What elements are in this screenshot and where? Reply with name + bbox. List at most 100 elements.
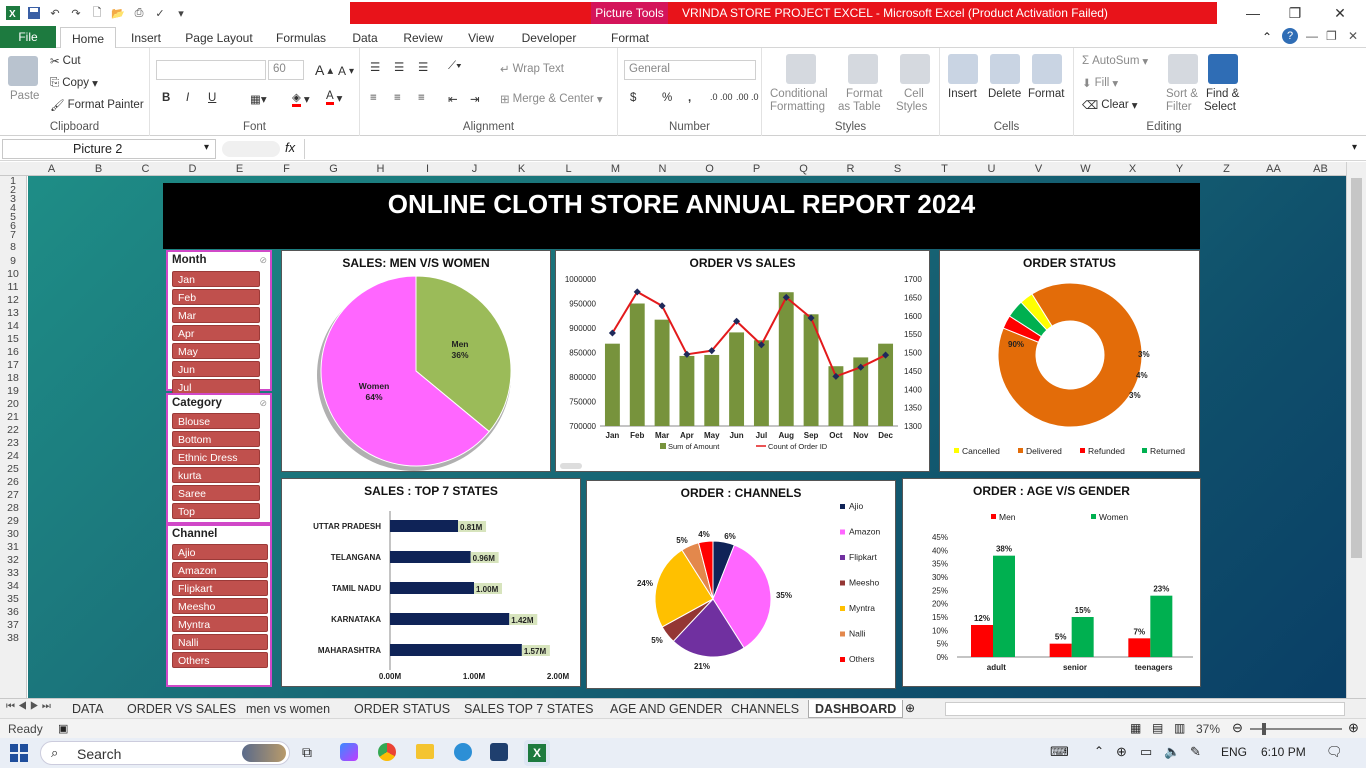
row-header[interactable]: 19 <box>0 386 26 397</box>
zoom-slider-thumb[interactable] <box>1262 723 1266 735</box>
conditional-formatting-button[interactable]: Conditional <box>770 88 828 100</box>
paste-icon[interactable] <box>8 56 38 86</box>
cut-button[interactable]: ✂ Cut <box>50 54 81 68</box>
sheet-tab-channels[interactable]: CHANNELS <box>731 700 799 718</box>
row-header[interactable]: 14 <box>0 321 26 332</box>
tab-insert[interactable]: Insert <box>122 28 170 48</box>
column-header-n[interactable]: N <box>639 162 686 176</box>
spelling-icon[interactable]: ✓ <box>151 4 169 22</box>
slicer-item-kurta[interactable]: kurta <box>172 467 260 483</box>
row-header[interactable]: 18 <box>0 373 26 384</box>
slicer-item-bottom[interactable]: Bottom <box>172 431 260 447</box>
task-view-icon[interactable]: ⧉ <box>302 744 312 761</box>
undo-icon[interactable]: ↶ <box>46 4 64 22</box>
row-header[interactable]: 13 <box>0 308 26 319</box>
sheet-tab-sales-top-7-states[interactable]: SALES TOP 7 STATES <box>464 700 593 718</box>
customize-qat-icon[interactable]: ▾ <box>172 4 190 22</box>
column-header-ab[interactable]: AB <box>1297 162 1344 176</box>
name-box-dropdown-icon[interactable]: ▾ <box>204 142 209 153</box>
clock[interactable]: 6:10 PM <box>1261 745 1306 759</box>
merge-center-button[interactable]: ⊞ Merge & Center ▾ <box>500 92 603 106</box>
font-color-icon[interactable]: A ▾ <box>326 90 342 105</box>
sheet-tab-data[interactable]: DATA <box>72 700 103 718</box>
age-gender-panel[interactable]: ORDER : AGE V/S GENDER 45% 40% 35% 30% 25% 20… <box>902 478 1201 687</box>
window-restore-icon[interactable]: ❐ <box>1326 29 1337 43</box>
tab-format[interactable]: Format <box>598 28 662 48</box>
sheet-tab-age-and-gender[interactable]: AGE AND GENDER <box>610 700 723 718</box>
help-icon[interactable]: ? <box>1282 28 1298 44</box>
name-box[interactable]: Picture 2 <box>2 139 216 159</box>
normal-view-icon[interactable]: ▦ <box>1130 721 1141 735</box>
vertical-scrollbar[interactable] <box>1346 162 1366 698</box>
row-header[interactable]: 23 <box>0 438 26 449</box>
open-folder-icon[interactable]: 📂 <box>109 4 127 22</box>
notifications-icon[interactable]: 🗨 <box>1326 744 1343 760</box>
column-header-h[interactable]: H <box>357 162 404 176</box>
autosum-button[interactable]: Σ AutoSum ▾ <box>1082 54 1148 68</box>
row-header[interactable]: 16 <box>0 347 26 358</box>
column-header-g[interactable]: G <box>310 162 357 176</box>
zoom-level[interactable]: 37% <box>1196 722 1220 736</box>
column-header-t[interactable]: T <box>921 162 968 176</box>
underline-button[interactable]: U <box>208 92 216 104</box>
channel-slicer[interactable]: Channel Ajio Amazon Flipkart Meesho Myntra Na… <box>166 524 272 687</box>
row-header[interactable]: 7 <box>0 230 26 241</box>
column-header-q[interactable]: Q <box>780 162 827 176</box>
row-header[interactable]: 21 <box>0 412 26 423</box>
shrink-font-icon[interactable]: A ▾ <box>338 64 354 78</box>
channels-panel[interactable]: ORDER : CHANNELS 6% 35% 21% 5% 24% 5% 4% Ajio Am… <box>586 480 896 689</box>
row-header[interactable]: 35 <box>0 594 26 605</box>
align-middle-icon[interactable]: ☰ <box>394 60 404 74</box>
row-header[interactable]: 25 <box>0 464 26 475</box>
language-indicator[interactable]: ENG <box>1221 745 1247 759</box>
slicer-item-flipkart[interactable]: Flipkart <box>172 580 268 596</box>
row-header[interactable]: 37 <box>0 620 26 631</box>
column-header-d[interactable]: D <box>169 162 216 176</box>
formula-input[interactable] <box>304 139 1348 159</box>
clear-filter-icon[interactable]: ⊘ <box>259 255 267 266</box>
row-header[interactable]: 22 <box>0 425 26 436</box>
column-header-y[interactable]: Y <box>1156 162 1203 176</box>
row-header[interactable]: 9 <box>0 256 26 267</box>
column-header-o[interactable]: O <box>686 162 733 176</box>
row-header[interactable]: 8 <box>0 242 26 253</box>
restore-button[interactable]: ❐ <box>1283 4 1307 22</box>
row-header[interactable]: 32 <box>0 555 26 566</box>
collapse-ribbon-icon[interactable]: ⌃ <box>1262 30 1272 44</box>
row-header[interactable]: 15 <box>0 334 26 345</box>
row-header[interactable]: 24 <box>0 451 26 462</box>
zoom-in-icon[interactable]: ⊕ <box>1348 720 1359 736</box>
expand-formula-bar-icon[interactable]: ▾ <box>1352 142 1357 153</box>
column-header-e[interactable]: E <box>216 162 263 176</box>
find-select-button[interactable]: Find & <box>1206 88 1239 100</box>
new-file-icon[interactable]: 🗋 <box>88 4 106 22</box>
sheet-tab-order-status[interactable]: ORDER STATUS <box>354 700 450 718</box>
excel-taskbar-active[interactable]: X <box>524 740 550 766</box>
tab-page-layout[interactable]: Page Layout <box>180 28 258 48</box>
tab-formulas[interactable]: Formulas <box>270 28 332 48</box>
new-sheet-icon[interactable]: ⊕ <box>905 701 915 715</box>
pen-icon[interactable]: ✎ <box>1190 744 1201 760</box>
paste-button[interactable]: Paste <box>10 90 39 102</box>
cell-styles-button[interactable]: Cell <box>904 88 924 100</box>
tab-file[interactable]: File <box>0 26 56 48</box>
horizontal-scrollbar[interactable] <box>945 702 1345 716</box>
column-header-u[interactable]: U <box>968 162 1015 176</box>
copilot-icon[interactable] <box>340 743 358 761</box>
internet-explorer-icon[interactable] <box>454 743 472 761</box>
align-right-icon[interactable]: ≡ <box>418 92 425 104</box>
column-header-f[interactable]: F <box>263 162 310 176</box>
window-close-icon[interactable]: ✕ <box>1348 29 1358 43</box>
order-status-panel[interactable]: ORDER STATUS 90% 3% 4% 3% Cancelled Delivered… <box>939 250 1200 472</box>
zoom-out-icon[interactable]: ⊖ <box>1232 720 1243 736</box>
row-header[interactable]: 11 <box>0 282 26 293</box>
column-header-c[interactable]: C <box>122 162 169 176</box>
decrease-decimal-button[interactable]: .00 .0 <box>736 92 759 102</box>
scroll-thumb[interactable] <box>1351 178 1362 558</box>
slicer-item-ajio[interactable]: Ajio <box>172 544 268 560</box>
slicer-item-mar[interactable]: Mar <box>172 307 260 323</box>
row-header[interactable]: 10 <box>0 269 26 280</box>
file-explorer-icon[interactable] <box>416 744 434 759</box>
row-header[interactable]: 12 <box>0 295 26 306</box>
row-header[interactable]: 30 <box>0 529 26 540</box>
